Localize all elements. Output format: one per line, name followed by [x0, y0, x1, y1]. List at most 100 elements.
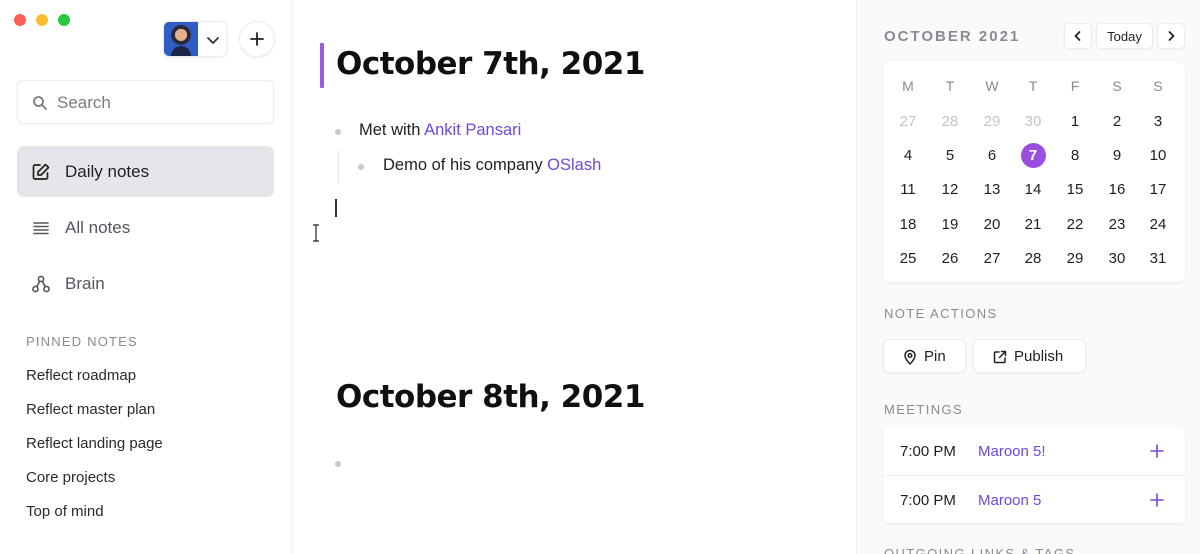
close-window-button[interactable]: [14, 14, 26, 26]
maximize-window-button[interactable]: [58, 14, 70, 26]
calendar-day-number: 26: [941, 249, 959, 267]
account-switcher[interactable]: [163, 21, 227, 57]
calendar-day-number: 14: [1024, 181, 1042, 199]
calendar-day[interactable]: 22: [1060, 213, 1090, 237]
calendar-day-number: 9: [1112, 147, 1122, 165]
search-placeholder: Search: [57, 93, 111, 112]
calendar-day-number: 21: [1024, 215, 1042, 233]
meeting-row[interactable]: 7:00 PM Maroon 5!: [883, 427, 1185, 475]
calendar-day[interactable]: 20: [977, 213, 1007, 237]
calendar-day[interactable]: 19: [935, 213, 965, 237]
calendar-day[interactable]: 31: [1143, 247, 1173, 271]
calendar-day[interactable]: 18: [893, 213, 923, 237]
calendar-day-number: 22: [1066, 215, 1084, 233]
meeting-title[interactable]: Maroon 5: [978, 492, 1041, 509]
calendar-day[interactable]: 24: [1143, 213, 1173, 237]
pinned-note-item[interactable]: Reflect master plan: [26, 401, 155, 418]
minimize-window-button[interactable]: [36, 14, 48, 26]
calendar-day[interactable]: 8: [1060, 144, 1090, 168]
today-button[interactable]: Today: [1096, 23, 1153, 49]
publish-button[interactable]: Publish: [973, 339, 1086, 373]
calendar-day[interactable]: 30: [1018, 110, 1048, 134]
calendar-day[interactable]: 21: [1018, 213, 1048, 237]
calendar-day[interactable]: 14: [1018, 178, 1048, 202]
calendar-day[interactable]: 10: [1143, 144, 1173, 168]
calendar-day[interactable]: 27: [977, 247, 1007, 271]
calendar-day-number: 5: [945, 147, 955, 165]
calendar-day[interactable]: 12: [935, 178, 965, 202]
calendar-day[interactable]: 2: [1102, 110, 1132, 134]
bullet-point[interactable]: [335, 129, 341, 135]
meetings-list: 7:00 PM Maroon 5! 7:00 PM Maroon 5: [883, 427, 1185, 523]
graph-icon: [32, 275, 50, 293]
nav-brain[interactable]: Brain: [17, 258, 274, 309]
pinned-note-item[interactable]: Core projects: [26, 469, 115, 486]
calendar-day[interactable]: 30: [1102, 247, 1132, 271]
calendar-day[interactable]: 3: [1143, 110, 1173, 134]
calendar-day[interactable]: 1: [1060, 110, 1090, 134]
nav-daily-notes[interactable]: Daily notes: [17, 146, 274, 197]
calendar-day-number: 17: [1149, 181, 1167, 199]
calendar-day-number: 25: [899, 249, 917, 267]
pin-button[interactable]: Pin: [883, 339, 966, 373]
note-line[interactable]: Demo of his company OSlash: [383, 156, 601, 175]
add-meeting-note-icon[interactable]: [1149, 492, 1165, 508]
calendar-day[interactable]: 6: [977, 144, 1007, 168]
calendar-day-number: 29: [983, 113, 1001, 130]
pinned-note-item[interactable]: Reflect landing page: [26, 435, 163, 452]
note-text: Met with: [359, 121, 425, 139]
bullet-point[interactable]: [335, 461, 341, 467]
calendar-day[interactable]: 16: [1102, 178, 1132, 202]
pinned-note-item[interactable]: Top of mind: [26, 503, 104, 520]
calendar-day-number: 31: [1149, 249, 1167, 267]
new-note-button[interactable]: [239, 21, 275, 57]
note-line[interactable]: Met with Ankit Pansari: [359, 121, 521, 140]
calendar-day-number: 10: [1149, 147, 1167, 165]
calendar-day-number: 24: [1149, 215, 1167, 233]
calendar-day-number: 20: [983, 215, 1001, 233]
search-input[interactable]: Search: [17, 80, 274, 124]
calendar-day[interactable]: 11: [893, 178, 923, 202]
calendar-day[interactable]: 13: [977, 178, 1007, 202]
calendar-day[interactable]: 29: [1060, 247, 1090, 271]
calendar-day[interactable]: 5: [935, 144, 965, 168]
calendar-day[interactable]: 28: [1018, 247, 1048, 271]
meeting-row[interactable]: 7:00 PM Maroon 5: [883, 475, 1185, 523]
external-link-icon: [993, 350, 1007, 364]
meetings-heading: MEETINGS: [884, 402, 964, 417]
bullet-point[interactable]: [358, 164, 364, 170]
search-icon: [33, 96, 47, 110]
meeting-title[interactable]: Maroon 5!: [978, 443, 1046, 460]
weekday-label: M: [902, 78, 914, 94]
pinned-note-item[interactable]: Reflect roadmap: [26, 367, 136, 384]
calendar-day[interactable]: 27: [893, 110, 923, 134]
next-month-button[interactable]: [1157, 23, 1185, 49]
calendar-day[interactable]: 29: [977, 110, 1007, 134]
calendar-day[interactable]: 9: [1102, 144, 1132, 168]
pin-label: Pin: [924, 348, 946, 365]
backlink[interactable]: OSlash: [547, 156, 601, 174]
add-meeting-note-icon[interactable]: [1149, 443, 1165, 459]
sidebar: Search Daily notes All notes Brain PINNE…: [0, 0, 292, 554]
daily-notes-editor[interactable]: October 7th, 2021 Met with Ankit Pansari…: [293, 0, 855, 554]
weekday-label: T: [1028, 78, 1038, 94]
pinned-notes-heading: PINNED NOTES: [26, 334, 138, 349]
backlink[interactable]: Ankit Pansari: [424, 121, 521, 139]
calendar-day[interactable]: 4: [893, 144, 923, 168]
calendar-day[interactable]: 26: [935, 247, 965, 271]
weekday-label: S: [1112, 78, 1122, 94]
calendar-day[interactable]: 15: [1060, 178, 1090, 202]
calendar-day[interactable]: 28: [935, 110, 965, 134]
weekday-label: T: [945, 78, 955, 94]
calendar-day-number: 16: [1108, 181, 1126, 199]
calendar-day[interactable]: 23: [1102, 213, 1132, 237]
calendar-day-number: 13: [983, 181, 1001, 199]
chevron-left-icon: [1074, 31, 1081, 41]
calendar-day[interactable]: 25: [893, 247, 923, 271]
calendar-day-selected[interactable]: 7: [1018, 143, 1048, 169]
calendar-day[interactable]: 17: [1143, 178, 1173, 202]
calendar-day-number: 12: [941, 181, 959, 199]
publish-label: Publish: [1014, 348, 1064, 365]
previous-month-button[interactable]: [1064, 23, 1092, 49]
nav-all-notes[interactable]: All notes: [17, 202, 274, 253]
